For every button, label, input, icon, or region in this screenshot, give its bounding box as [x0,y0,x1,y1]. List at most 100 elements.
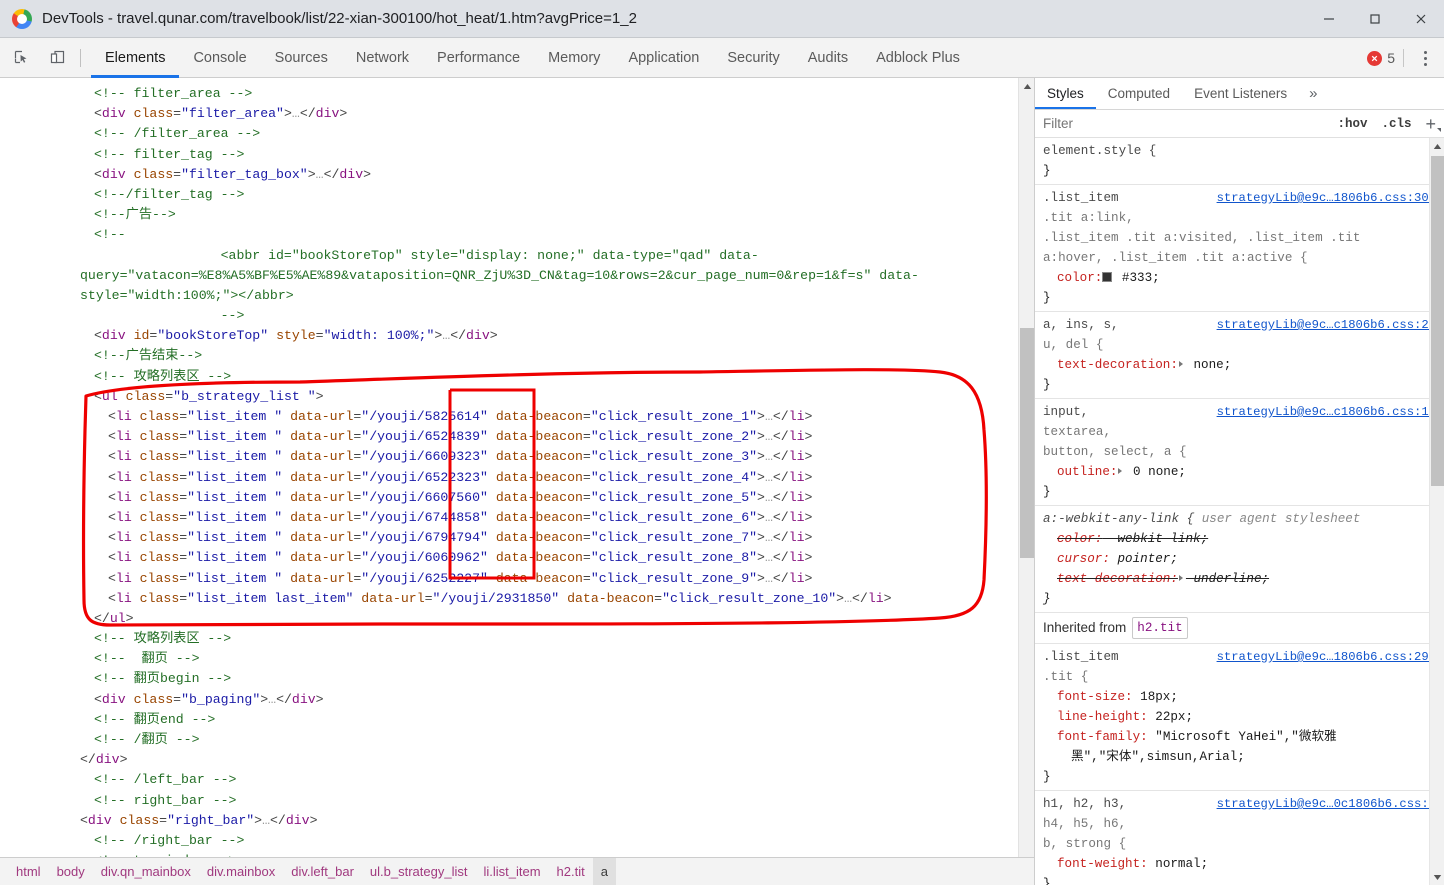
dom-line[interactable]: --> [0,306,1034,326]
tab-computed[interactable]: Computed [1096,78,1182,109]
inherited-from-element-chip[interactable]: h2.tit [1132,617,1188,639]
dom-line[interactable]: <!--/filter_tag --> [0,185,1034,205]
color-swatch-icon[interactable] [1102,272,1113,282]
style-declaration[interactable]: 黑","宋体",simsun,Arial; [1043,747,1436,767]
css-property-value[interactable]: underline; [1186,572,1269,586]
scroll-up-icon[interactable] [1019,78,1034,95]
css-property-value[interactable]: 22px; [1148,710,1193,724]
stylesheet-source-link[interactable]: strategyLib@e9c…0c1806b6.css:6 [1217,794,1436,814]
list-item-tit-link-rule[interactable]: .list_item strategyLib@e9c…1806b6.css:308… [1035,185,1444,312]
styles-scroll-down-icon[interactable] [1430,869,1444,885]
kebab-menu-icon[interactable] [1412,43,1438,73]
dom-line[interactable]: <div class="right_bar">…</div> [0,811,1034,831]
form-outline-rule[interactable]: input, strategyLib@e9c…c1806b6.css:17 text… [1035,399,1444,506]
css-property-name[interactable]: text-decoration: [1043,572,1178,586]
dom-line[interactable]: <li class="list_item " data-url="/youji/… [0,508,1034,528]
tab-application[interactable]: Application [614,38,713,78]
css-property-name[interactable]: text-decoration: [1043,358,1178,372]
css-property-value[interactable]: #333; [1102,271,1160,285]
styles-scroll-thumb[interactable] [1431,156,1444,486]
dom-line[interactable]: <!-- filter_area --> [0,84,1034,104]
new-style-rule-button[interactable]: + [1421,115,1444,133]
style-declaration[interactable]: font-family: "Microsoft YaHei","微软雅 [1043,727,1436,747]
dom-line[interactable]: </ul> [0,609,1034,629]
breadcrumb-item-body[interactable]: body [49,858,93,885]
css-property-value[interactable]: 18px; [1133,690,1178,704]
dom-line[interactable]: <!-- /filter_area --> [0,124,1034,144]
dom-line[interactable]: <!-- 翻页begin --> [0,669,1034,689]
dom-tree-pane[interactable]: <!-- filter_area --> <div class="filter_a… [0,78,1034,885]
breadcrumb-item-h2-tit[interactable]: h2.tit [549,858,593,885]
dom-line[interactable]: <!-- 翻页 --> [0,649,1034,669]
dom-line[interactable]: <!--广告结束--> [0,346,1034,366]
dom-scroll-thumb[interactable] [1020,328,1034,558]
css-property-name[interactable]: font-weight: [1043,857,1148,871]
styles-filter-input[interactable] [1043,116,1328,131]
tab-performance[interactable]: Performance [423,38,534,78]
css-property-name[interactable]: color: [1043,532,1102,546]
css-property-name[interactable]: line-height: [1043,710,1148,724]
dom-line[interactable]: <li class="list_item " data-url="/youji/… [0,569,1034,589]
toggle-class-button[interactable]: .cls [1377,117,1415,131]
dom-line[interactable]: <div class="b_paging">…</div> [0,690,1034,710]
more-tabs-icon[interactable]: » [1299,78,1327,109]
style-declaration[interactable]: text-decoration: none; [1043,355,1436,375]
breadcrumb-item-ul-b_strategy_list[interactable]: ul.b_strategy_list [362,858,476,885]
css-property-value[interactable]: "Microsoft YaHei","微软雅 [1148,730,1336,744]
dom-line[interactable]: <!-- /left_bar --> [0,770,1034,790]
styles-scrollbar[interactable] [1429,138,1444,885]
style-declaration[interactable]: line-height: 22px; [1043,707,1436,727]
dom-line[interactable]: <li class="list_item " data-url="/youji/… [0,447,1034,467]
css-property-name[interactable]: color: [1043,271,1102,285]
anchor-reset-rule[interactable]: a, ins, s, strategyLib@e9c…c1806b6.css:20… [1035,312,1444,399]
dom-line[interactable]: style="width:100%;"></abbr> [0,286,1034,306]
css-property-value[interactable]: pointer; [1110,552,1177,566]
dom-scrollbar[interactable] [1018,78,1034,885]
css-property-name[interactable]: font-family: [1043,730,1148,744]
style-declaration[interactable]: color: -webkit-link; [1043,529,1436,549]
breadcrumb-item-div-left_bar[interactable]: div.left_bar [283,858,362,885]
styles-rules-list[interactable]: element.style {} .list_item strategyLib@e9… [1035,138,1444,885]
dom-line[interactable]: <li class="list_item " data-url="/youji/… [0,407,1034,427]
style-declaration[interactable]: color: #333; [1043,268,1436,288]
dom-line[interactable]: <div class="filter_tag_box">…</div> [0,165,1034,185]
css-property-name[interactable]: cursor: [1043,552,1110,566]
tab-memory[interactable]: Memory [534,38,614,78]
toggle-hover-state-button[interactable]: :hov [1333,117,1371,131]
stylesheet-source-link[interactable]: strategyLib@e9c…1806b6.css:308 [1217,188,1436,208]
dom-line[interactable]: <li class="list_item " data-url="/youji/… [0,427,1034,447]
dom-line[interactable]: <abbr id="bookStoreTop" style="display: … [0,246,1034,266]
dom-line[interactable]: <div class="filter_area">…</div> [0,104,1034,124]
dom-line[interactable]: <!-- [0,225,1034,245]
dom-line[interactable]: query="vatacon=%E8%A5%BF%E5%AE%89&vatapo… [0,266,1034,286]
heading-font-weight-rule[interactable]: h1, h2, h3, strategyLib@e9c…0c1806b6.css:… [1035,791,1444,885]
breadcrumb-item-div-mainbox[interactable]: div.mainbox [199,858,283,885]
css-property-name[interactable]: outline: [1043,465,1117,479]
styles-scroll-up-icon[interactable] [1430,138,1444,154]
minimize-button[interactable] [1306,0,1352,38]
css-property-value[interactable]: 0 none; [1125,465,1186,479]
dom-line[interactable]: <ul class="b_strategy_list "> [0,387,1034,407]
css-property-value[interactable]: none; [1186,358,1231,372]
device-toolbar-icon[interactable] [42,43,72,73]
dom-line[interactable]: <!-- filter_tag --> [0,145,1034,165]
dom-line[interactable]: <!-- right_bar --> [0,791,1034,811]
css-property-value[interactable]: normal; [1148,857,1208,871]
dom-line[interactable]: <li class="list_item " data-url="/youji/… [0,528,1034,548]
style-declaration[interactable]: font-weight: normal; [1043,854,1436,874]
expand-shorthand-icon[interactable] [1118,468,1123,474]
tab-console[interactable]: Console [179,38,260,78]
dom-line[interactable]: <div id="bookStoreTop" style="width: 100… [0,326,1034,346]
css-property-value[interactable]: -webkit-link; [1102,532,1208,546]
dom-line[interactable]: <li class="list_item " data-url="/youji/… [0,488,1034,508]
dom-line[interactable]: <!-- /翻页 --> [0,730,1034,750]
dom-line[interactable]: <!-- 攻略列表区 --> [0,629,1034,649]
breadcrumb-item-div-qn_mainbox[interactable]: div.qn_mainbox [93,858,199,885]
dom-tree-code[interactable]: <!-- filter_area --> <div class="filter_a… [0,78,1034,871]
css-property-name[interactable]: font-size: [1043,690,1133,704]
stylesheet-source-link[interactable]: strategyLib@e9c…c1806b6.css:20 [1217,315,1436,335]
tab-security[interactable]: Security [713,38,793,78]
breadcrumb[interactable]: html body div.qn_mainbox div.mainbox div.lef… [0,857,1034,885]
breadcrumb-item-a[interactable]: a [592,857,616,885]
list-item-tit-rule[interactable]: .list_item strategyLib@e9c…1806b6.css:295… [1035,644,1444,791]
